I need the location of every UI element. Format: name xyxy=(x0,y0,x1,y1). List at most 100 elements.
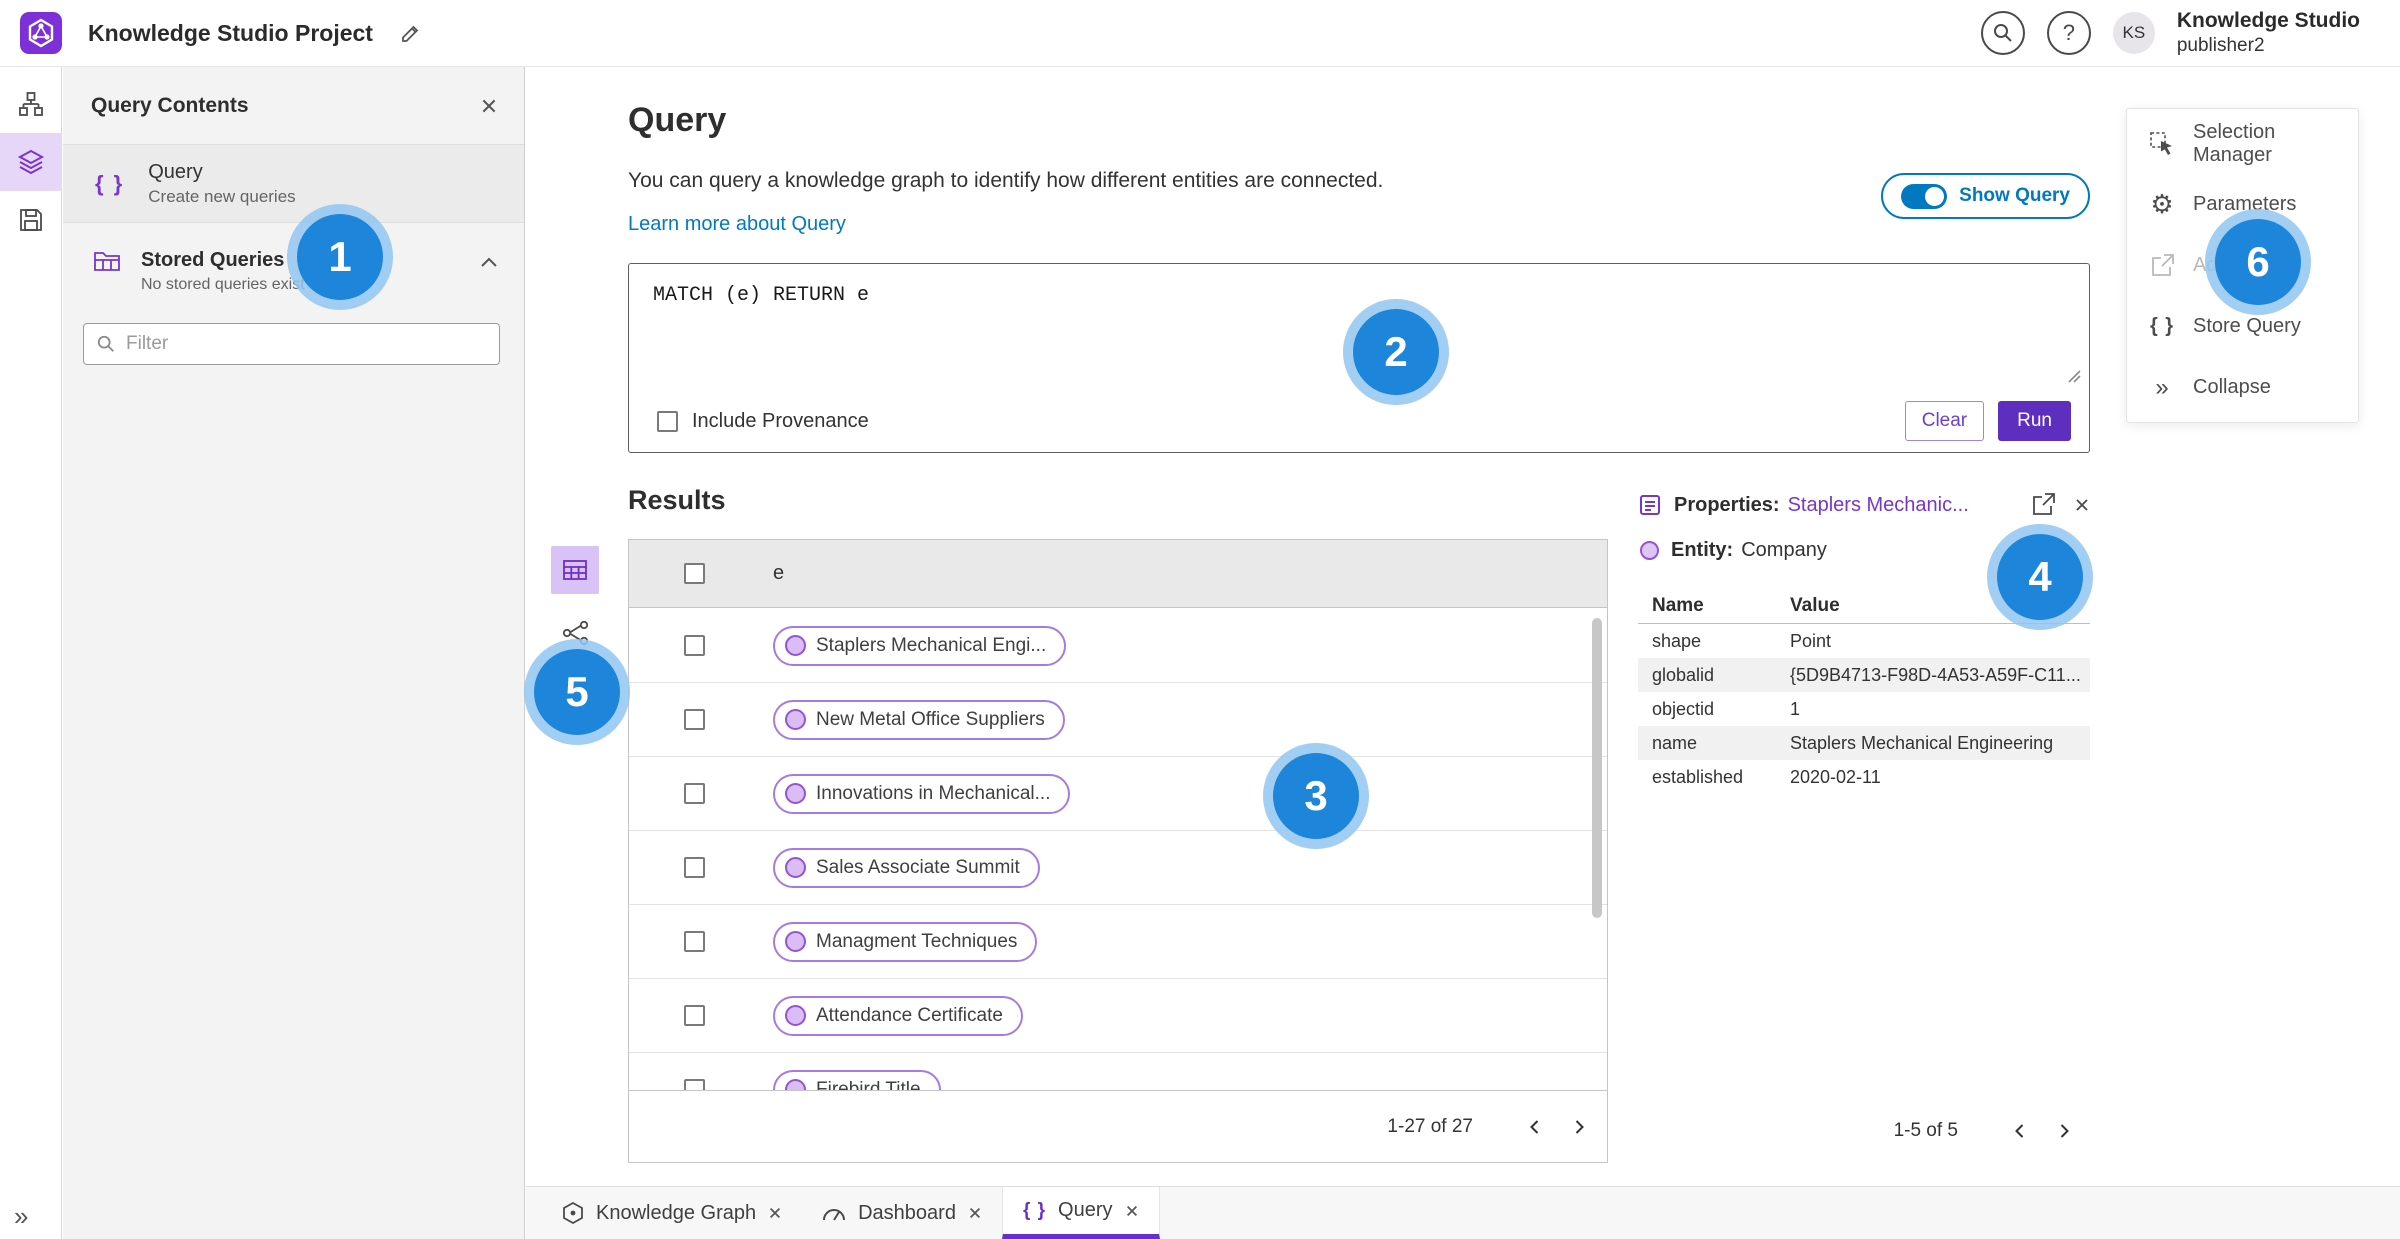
close-tab-icon[interactable] xyxy=(768,1206,782,1220)
chevron-up-icon[interactable] xyxy=(480,257,498,269)
row-checkbox[interactable] xyxy=(683,783,705,804)
contents-rail-button[interactable] xyxy=(0,133,62,191)
learn-more-link[interactable]: Learn more about Query xyxy=(628,213,846,236)
column-header-e: e xyxy=(773,562,785,584)
show-query-toggle[interactable]: Show Query xyxy=(1881,173,2090,219)
tab-label: Knowledge Graph xyxy=(596,1201,757,1224)
braces-icon: { } xyxy=(1022,1199,1047,1221)
row-checkbox[interactable] xyxy=(683,709,705,730)
entity-dot-icon xyxy=(785,709,806,730)
table-scrollbar[interactable] xyxy=(1592,618,1602,918)
run-button[interactable]: Run xyxy=(1998,401,2071,441)
entity-chip[interactable]: Innovations in Mechanical... xyxy=(773,773,1071,814)
question-mark-icon: ? xyxy=(2062,20,2075,45)
property-row: objectid 1 xyxy=(1638,692,2090,726)
edit-title-icon[interactable] xyxy=(399,21,423,45)
toggle-switch[interactable] xyxy=(1901,183,1948,209)
entity-chip[interactable]: Staplers Mechanical Engi... xyxy=(773,625,1067,666)
save-rail-button[interactable] xyxy=(0,191,62,249)
properties-icon xyxy=(1640,495,1660,515)
property-value: 2020-02-11 xyxy=(1790,766,1881,787)
entity-chip[interactable]: Firebird Title xyxy=(773,1069,941,1091)
row-checkbox[interactable] xyxy=(683,857,705,878)
query-editor-footer: Include Provenance Clear Run xyxy=(629,390,2089,452)
entity-chip-label: New Metal Office Suppliers xyxy=(816,708,1045,730)
row-checkbox[interactable] xyxy=(683,931,705,952)
row-checkbox[interactable] xyxy=(683,635,705,656)
expand-rail-icon[interactable]: » xyxy=(14,1203,28,1229)
entity-chip[interactable]: Attendance Certificate xyxy=(773,995,1023,1036)
properties-previous-button[interactable] xyxy=(1998,1109,2042,1153)
properties-table: Name Value shape Point globalid {5D9B471… xyxy=(1638,588,2090,794)
filter-field xyxy=(83,323,500,365)
schema-rail-button[interactable] xyxy=(0,75,62,133)
properties-next-button[interactable] xyxy=(2042,1109,2086,1153)
schema-icon xyxy=(19,92,43,116)
parameters-label: Parameters xyxy=(2193,193,2297,215)
property-name: objectid xyxy=(1652,698,1715,719)
properties-entity-link[interactable]: Staplers Mechanic... xyxy=(1788,494,1969,517)
store-query-label: Store Query xyxy=(2193,315,2301,337)
user-info[interactable]: Knowledge Studio publisher2 xyxy=(2177,8,2360,58)
query-list-item[interactable]: { } Query Create new queries xyxy=(63,145,524,223)
entity-chip-label: Managment Techniques xyxy=(816,930,1018,952)
chevron-left-icon xyxy=(1530,1119,1539,1134)
entity-chip[interactable]: Managment Techniques xyxy=(773,921,1038,962)
page-title: Query xyxy=(628,101,727,139)
select-all-checkbox[interactable] xyxy=(683,563,705,584)
graph-view-button[interactable] xyxy=(558,615,594,651)
help-button[interactable]: ? xyxy=(2046,11,2091,55)
query-item-sublabel: Create new queries xyxy=(148,186,296,206)
next-page-button[interactable] xyxy=(1557,1105,1601,1149)
app-logo-icon xyxy=(20,12,62,54)
close-properties-icon[interactable] xyxy=(2074,497,2090,513)
layers-icon xyxy=(17,149,45,175)
stored-queries-section[interactable]: Stored Queries No stored queries exist xyxy=(63,223,524,294)
properties-label: Properties: xyxy=(1674,493,1780,516)
results-pagination: 1-27 of 27 xyxy=(629,1090,1607,1162)
property-row: name Staplers Mechanical Engineering xyxy=(1638,726,2090,760)
tab-knowledge-graph[interactable]: Knowledge Graph xyxy=(542,1187,802,1239)
selection-manager-label: Selection Manager xyxy=(2193,120,2276,166)
store-query-item[interactable]: { } Store Query xyxy=(2127,296,2358,357)
query-text[interactable]: MATCH (e) RETURN e xyxy=(653,284,869,307)
annotation-badge-2: 2 xyxy=(1353,309,1439,395)
include-provenance-label: Include Provenance xyxy=(692,409,869,432)
add-to-map-button[interactable] xyxy=(2030,492,2056,518)
property-row: globalid {5D9B4713-F98D-4A53-A59F-C11... xyxy=(1638,658,2090,692)
selection-manager-item[interactable]: Selection Manager xyxy=(2127,113,2358,174)
dashboard-icon xyxy=(823,1209,846,1221)
annotation-badge-3: 3 xyxy=(1273,753,1359,839)
avatar[interactable]: KS xyxy=(2112,12,2155,54)
filter-input[interactable] xyxy=(126,333,487,355)
clear-button[interactable]: Clear xyxy=(1904,401,1985,441)
close-tab-icon[interactable] xyxy=(968,1206,982,1220)
entity-chip[interactable]: New Metal Office Suppliers xyxy=(773,699,1065,740)
tab-query[interactable]: { } Query xyxy=(1001,1187,1160,1239)
results-table-header: e xyxy=(629,540,1607,608)
search-icon xyxy=(1993,24,2012,42)
entity-label: Entity: xyxy=(1671,538,1734,561)
table-view-button[interactable] xyxy=(551,546,599,594)
close-panel-icon[interactable] xyxy=(480,97,498,115)
add-to-map-icon xyxy=(2152,253,2174,276)
knowledge-graph-icon xyxy=(563,1201,583,1225)
top-header: Knowledge Studio Project ? KS Knowledge … xyxy=(0,0,2400,67)
close-tab-icon[interactable] xyxy=(1125,1204,1139,1218)
resize-handle-icon[interactable] xyxy=(2066,368,2081,383)
include-provenance-checkbox[interactable] xyxy=(657,410,678,432)
search-button[interactable] xyxy=(1980,11,2025,55)
panel-title: Query Contents xyxy=(91,93,249,117)
previous-page-button[interactable] xyxy=(1513,1105,1557,1149)
header-actions: ? KS Knowledge Studio publisher2 xyxy=(1980,8,2360,58)
tab-dashboard[interactable]: Dashboard xyxy=(802,1187,1002,1239)
collapse-item[interactable]: » Collapse xyxy=(2127,357,2358,418)
table-row: Sales Associate Summit xyxy=(629,831,1607,905)
row-checkbox[interactable] xyxy=(683,1005,705,1026)
save-icon xyxy=(20,209,42,231)
selection-manager-icon xyxy=(2150,131,2172,155)
entity-chip[interactable]: Sales Associate Summit xyxy=(773,847,1040,888)
user-role: publisher2 xyxy=(2176,35,2265,57)
panel-header: Query Contents xyxy=(63,67,524,145)
bottom-tab-bar: Knowledge Graph Dashboard { } Query xyxy=(526,1186,2400,1239)
